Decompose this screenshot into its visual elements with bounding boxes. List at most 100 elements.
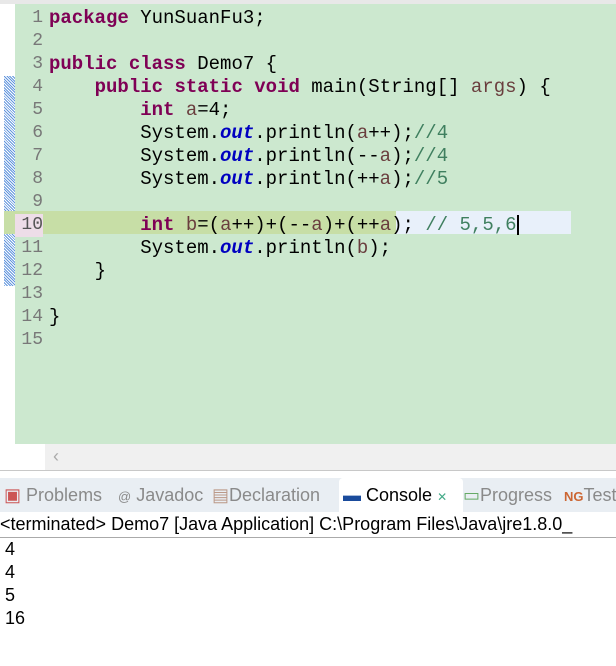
view-tabs: ▣ Problems @ Javadoc ▤Declaration ▬ Cons… <box>0 478 616 512</box>
line-number: 9 <box>32 192 43 212</box>
code-line[interactable]: } <box>49 260 106 283</box>
code-token: out <box>220 168 255 190</box>
code-token: a <box>379 214 392 236</box>
code-token: System. <box>49 122 221 144</box>
line-number: 2 <box>32 31 43 51</box>
console-icon: ▬ <box>343 485 361 505</box>
code-token: ); <box>391 214 426 236</box>
code-token: .println( <box>254 122 357 144</box>
line-number: 8 <box>32 169 43 189</box>
code-token: .println( <box>254 237 357 259</box>
code-line[interactable]: package YunSuanFu3; <box>49 7 266 30</box>
code-token: } <box>49 260 107 282</box>
problems-icon: ▣ <box>4 485 22 505</box>
code-token: .println(-- <box>254 145 380 167</box>
console-line: 16 <box>5 608 26 628</box>
console-status: <terminated> Demo7 [Java Application] C:… <box>0 512 616 538</box>
line-number: 6 <box>32 123 43 143</box>
code-token: System. <box>49 145 221 167</box>
console-line: 4 <box>5 539 16 559</box>
code-token: int <box>140 99 175 121</box>
line-number: 12 <box>21 261 43 281</box>
code-token: public <box>94 76 164 98</box>
code-token: .println(++ <box>254 168 380 190</box>
code-token: ); <box>391 145 414 167</box>
at-icon: @ <box>118 489 132 504</box>
code-token: =( <box>197 214 221 236</box>
code-token: b <box>356 237 369 259</box>
line-number: 13 <box>21 284 43 304</box>
line-number: 15 <box>21 330 43 350</box>
tab-javadoc[interactable]: @ Javadoc <box>118 478 203 512</box>
code-token: static <box>174 76 243 98</box>
code-token: ++)+(-- <box>231 214 312 236</box>
code-token: out <box>220 237 255 259</box>
code-token: class <box>128 53 186 75</box>
progress-icon: ▭ <box>463 485 481 505</box>
line-number: 3 <box>32 54 43 74</box>
code-token: ) { <box>516 76 551 98</box>
code-line[interactable]: public static void main(String[] args) { <box>49 76 551 99</box>
code-token: a <box>379 168 392 190</box>
console-line: 5 <box>5 585 16 605</box>
declaration-icon: ▤ <box>212 485 230 505</box>
code-token: a <box>185 99 198 121</box>
line-number: 1 <box>32 8 43 28</box>
code-token: =4; <box>197 99 232 121</box>
code-line[interactable]: System.out.println(++a);//5 <box>49 168 448 191</box>
code-token: } <box>49 306 61 328</box>
code-token: b <box>185 214 198 236</box>
horizontal-scrollbar[interactable]: ‹ <box>45 444 616 470</box>
line-number: 11 <box>21 238 43 258</box>
code-token: //4 <box>413 145 449 167</box>
code-token: a <box>311 214 323 236</box>
code-token: YunSuanFu3; <box>128 7 266 29</box>
close-icon[interactable]: ✕ <box>437 490 447 504</box>
tab-declaration[interactable]: ▤Declaration <box>212 478 320 512</box>
console-line: 4 <box>5 562 16 582</box>
code-token: int <box>140 214 175 236</box>
line-number: 10 <box>15 214 43 237</box>
testng-icon: NG <box>564 489 584 504</box>
tab-problems[interactable]: ▣ Problems <box>4 478 102 512</box>
code-token: //4 <box>413 122 449 144</box>
tab-console[interactable]: ▬ Console ✕ <box>339 478 463 512</box>
code-line[interactable]: int b=(a++)+(--a)+(++a); // 5,5,6 <box>49 214 519 237</box>
code-token: main(String[] <box>299 76 471 98</box>
code-token: )+(++ <box>322 214 380 236</box>
code-token: // 5,5,6 <box>425 214 517 236</box>
tab-progress[interactable]: ▭Progress <box>463 478 552 512</box>
code-line[interactable]: public class Demo7 { <box>49 53 277 76</box>
code-line[interactable]: System.out.println(--a);//4 <box>49 145 448 168</box>
line-number: 5 <box>32 100 43 120</box>
code-token: a <box>379 145 392 167</box>
code-token: out <box>220 145 255 167</box>
line-number: 7 <box>32 146 43 166</box>
code-token: Demo7 { <box>185 53 278 75</box>
code-token: System. <box>49 168 221 190</box>
code-token: System. <box>49 237 221 259</box>
line-number: 14 <box>21 307 43 327</box>
code-token: ); <box>391 168 414 190</box>
code-line[interactable]: } <box>49 306 60 329</box>
code-line[interactable]: int a=4; <box>49 99 231 122</box>
code-editor[interactable]: 1 package YunSuanFu3; 2 3 public class Demo7… <box>0 0 616 471</box>
code-token: public <box>49 53 118 75</box>
code-token: a <box>220 214 232 236</box>
text-cursor <box>516 214 519 235</box>
chevron-left-icon[interactable]: ‹ <box>53 446 59 467</box>
code-line[interactable]: System.out.println(a++);//4 <box>49 122 448 145</box>
code-line[interactable]: System.out.println(b); <box>49 237 391 260</box>
code-token: args <box>470 76 517 98</box>
tab-test[interactable]: NGTest <box>564 478 616 512</box>
code-token: out <box>220 122 255 144</box>
code-token: package <box>49 7 129 29</box>
code-token: a <box>356 122 369 144</box>
code-token: ++); <box>368 122 414 144</box>
